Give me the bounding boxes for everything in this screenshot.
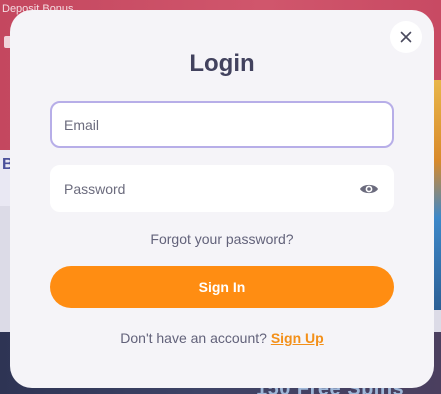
password-input[interactable] (52, 167, 392, 210)
login-modal: Login Forgot your password? Sign In Don'… (10, 10, 434, 388)
show-password-button[interactable] (358, 178, 380, 200)
close-icon (400, 31, 412, 43)
password-field[interactable] (50, 165, 394, 212)
email-field[interactable] (50, 101, 394, 148)
signup-row: Don't have an account? Sign Up (10, 330, 434, 346)
forgot-password-link[interactable]: Forgot your password? (10, 231, 434, 247)
signup-link[interactable]: Sign Up (271, 330, 324, 346)
sign-in-button[interactable]: Sign In (50, 266, 394, 308)
close-button[interactable] (390, 21, 422, 53)
login-title: Login (189, 50, 255, 77)
eye-icon (360, 184, 378, 194)
signup-prompt: Don't have an account? (120, 330, 267, 346)
email-input[interactable] (52, 103, 392, 146)
